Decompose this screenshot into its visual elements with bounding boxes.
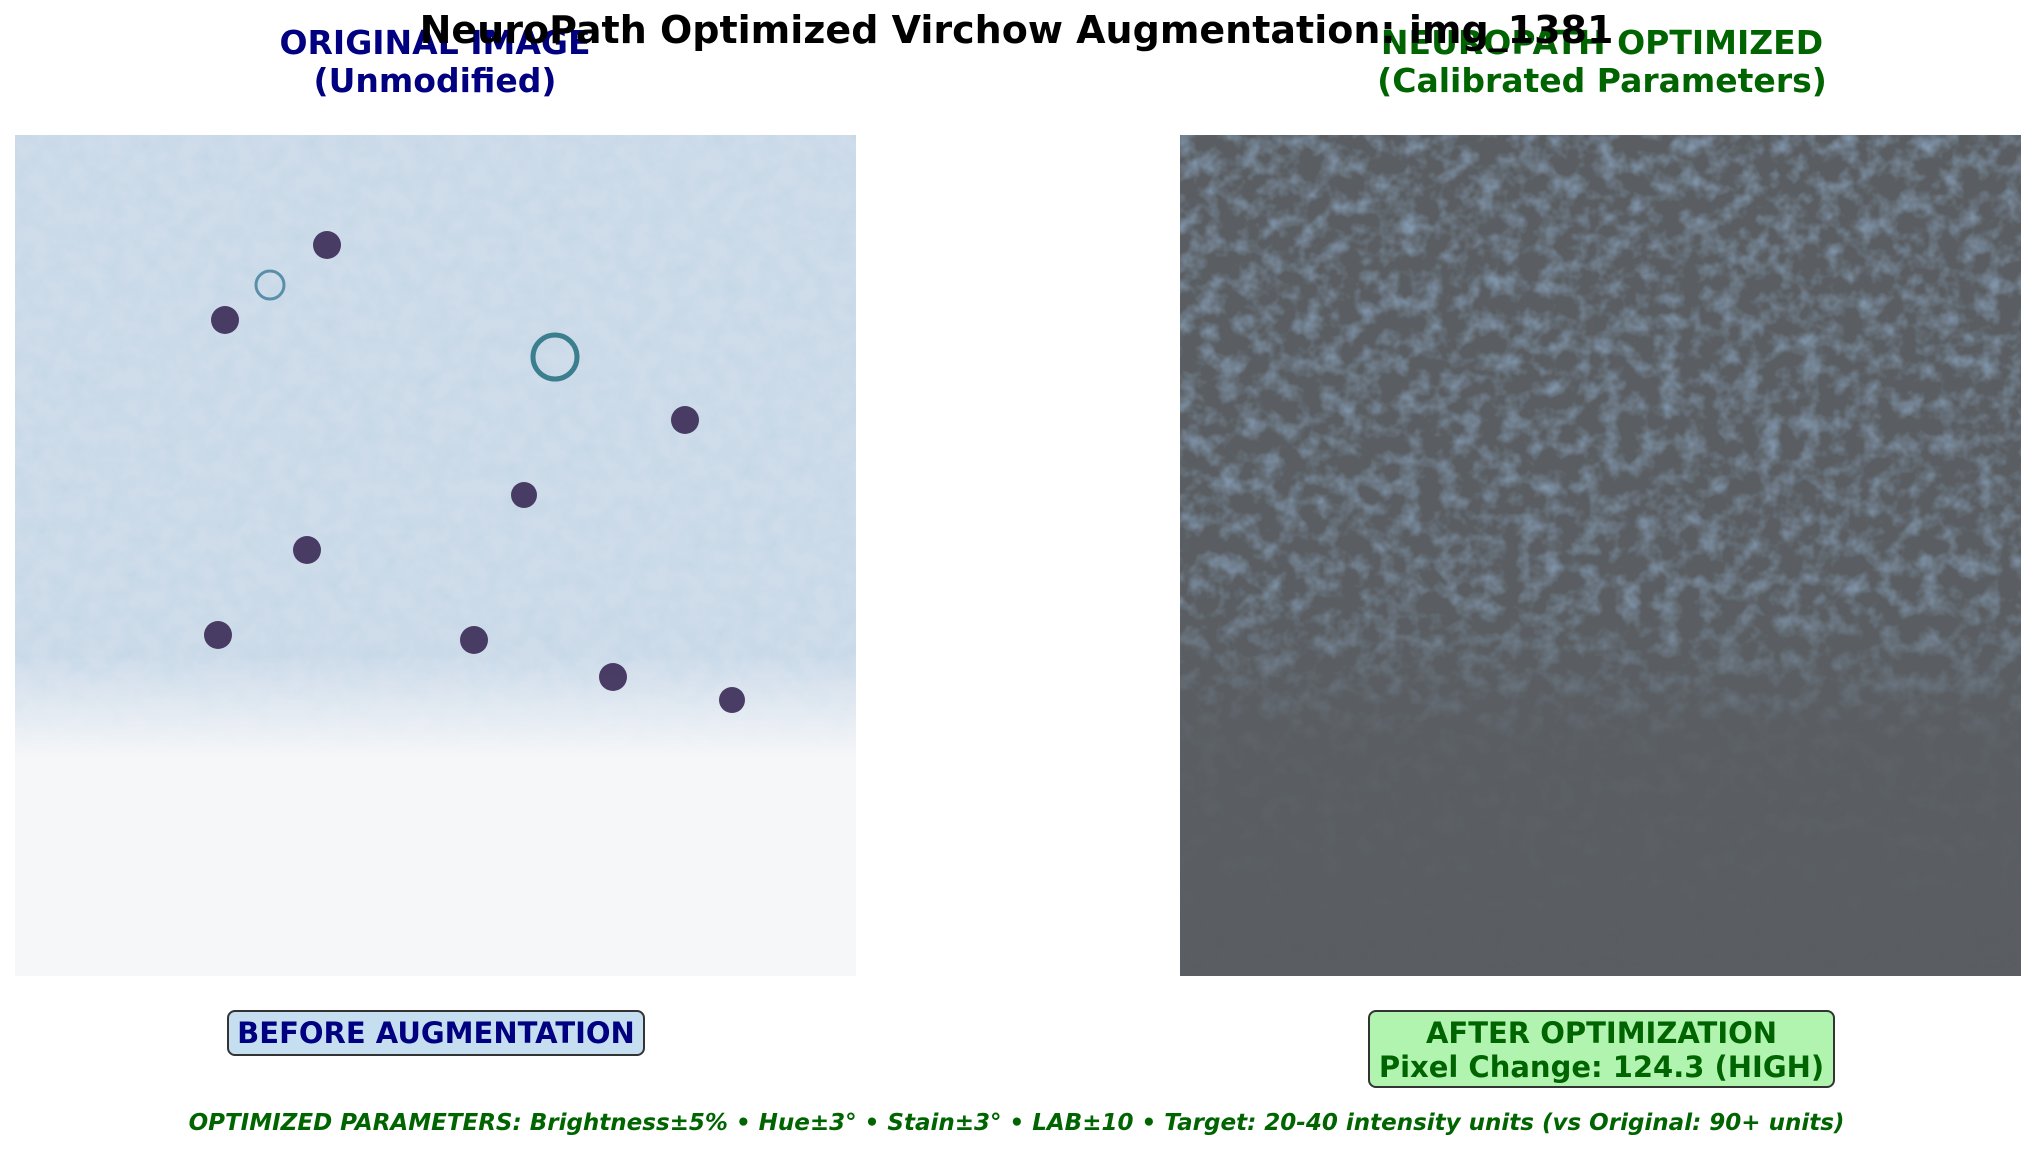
optimized-image: [1180, 135, 2021, 976]
after-optimization-badge: AFTER OPTIMIZATION Pixel Change: 124.3 (…: [1368, 1010, 1835, 1088]
nucleus: [204, 621, 232, 649]
pixel-change-label: Pixel Change: 124.3 (HIGH): [1378, 1050, 1825, 1084]
optimized-title-line2: (Calibrated Parameters): [1377, 61, 1827, 100]
nucleus: [293, 536, 321, 564]
nucleus: [511, 482, 537, 508]
nucleus: [211, 306, 239, 334]
optimized-parameters-footer: OPTIMIZED PARAMETERS: Brightness±5% • Hu…: [188, 1110, 1845, 1136]
after-badge-line1: AFTER OPTIMIZATION: [1425, 1016, 1778, 1050]
figure-title: NeuroPath Optimized Virchow Augmentation…: [419, 8, 1614, 52]
nucleus: [599, 663, 627, 691]
original-tissue-graphic: [15, 135, 856, 976]
before-augmentation-badge: BEFORE AUGMENTATION: [227, 1010, 645, 1056]
nucleus: [719, 687, 745, 713]
original-image: [15, 135, 856, 976]
original-title-line2: (Unmodified): [313, 61, 557, 100]
nucleus: [313, 231, 341, 259]
optimized-tissue-graphic: [1180, 135, 2021, 976]
nucleus: [460, 626, 488, 654]
nucleus: [671, 406, 699, 434]
